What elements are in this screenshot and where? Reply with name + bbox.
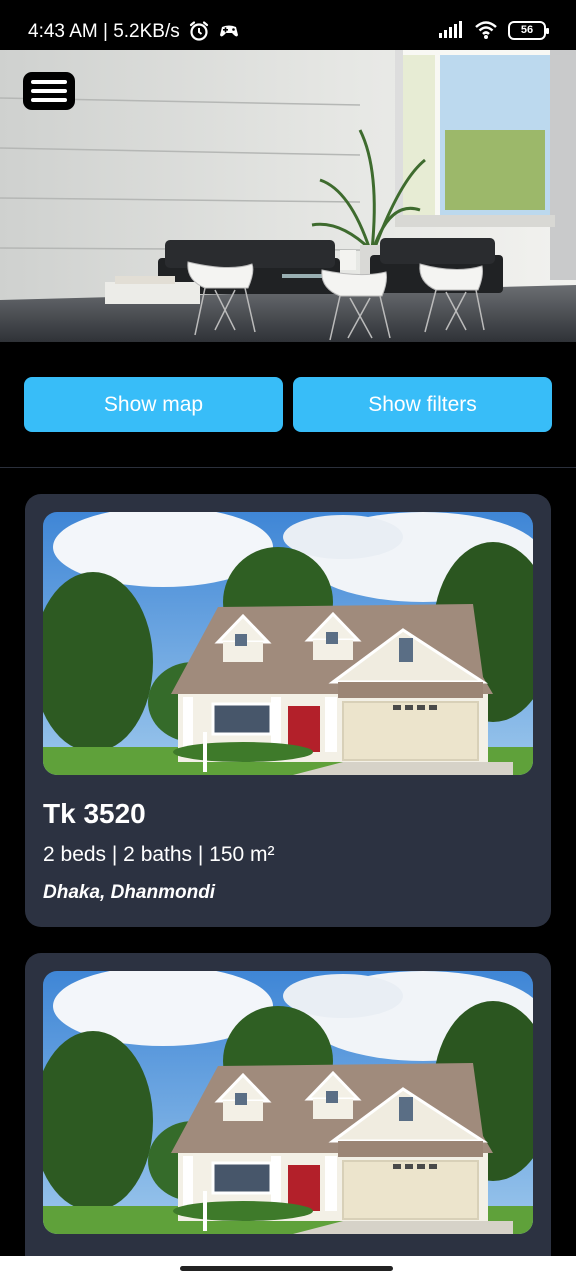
listing-card[interactable]: Tk 3520 2 beds | 2 baths | 150 m² Dhaka,… [25, 494, 551, 927]
listing-photo [43, 512, 533, 775]
status-time: 4:43 AM | 5.2KB/s [28, 21, 180, 42]
home-gesture-handle[interactable] [180, 1266, 393, 1271]
listing-location: Dhaka, Dhanmondi [43, 882, 216, 903]
battery-icon: 56 [508, 20, 549, 40]
status-icons-right: 56 [438, 20, 549, 40]
battery-level: 56 [520, 24, 534, 36]
show-map-button[interactable]: Show map [24, 377, 283, 432]
status-bar: 4:43 AM | 5.2KB/s 56 [0, 0, 576, 50]
divider [0, 467, 576, 468]
wifi-icon [475, 21, 497, 39]
listing-specs: 2 beds | 2 baths | 150 m² [43, 843, 275, 866]
listing-photo [43, 971, 533, 1234]
game-controller-icon [220, 25, 238, 37]
listing-price: Tk 3520 [43, 798, 146, 829]
show-filters-button[interactable]: Show filters [293, 377, 552, 432]
hero-image [0, 50, 576, 342]
navigation-bar [0, 1256, 576, 1280]
menu-button[interactable] [23, 72, 75, 110]
status-icons-left [188, 20, 240, 42]
signal-icon [439, 21, 462, 38]
listing-card[interactable] [25, 953, 551, 1273]
hamburger-menu-icon [31, 80, 67, 84]
alarm-icon [189, 21, 209, 41]
